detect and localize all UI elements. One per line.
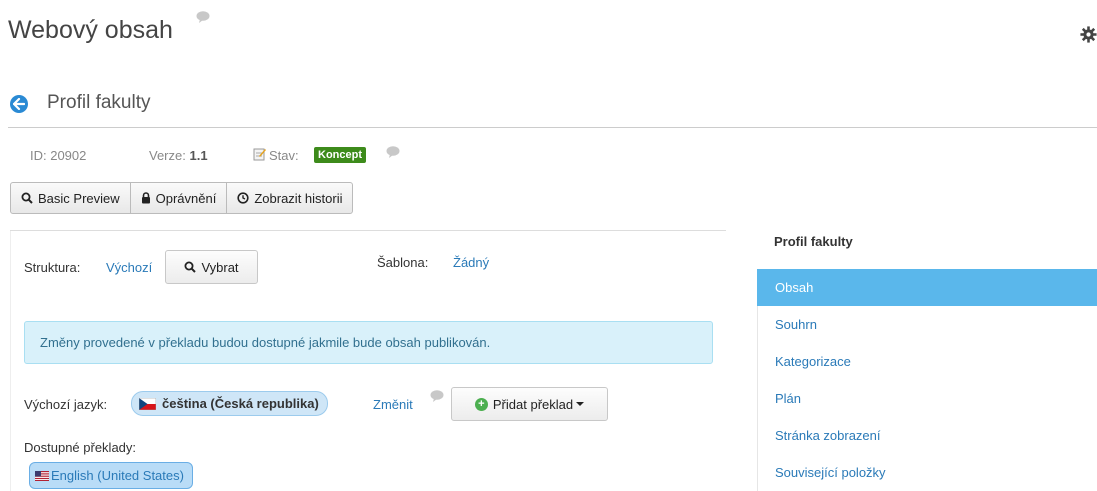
basic-preview-button[interactable]: Basic Preview [11, 183, 131, 213]
version-info: Verze: 1.1 [149, 148, 208, 163]
nav-title: Profil fakulty [774, 234, 853, 249]
clock-icon [237, 192, 249, 204]
version-value: 1.1 [189, 148, 208, 163]
search-icon [21, 192, 33, 204]
czech-flag-icon [139, 397, 156, 410]
history-button[interactable]: Zobrazit historii [227, 183, 352, 213]
help-icon[interactable] [196, 10, 210, 23]
nav-item-souhrn[interactable]: Souhrn [757, 306, 1097, 343]
select-structure-button[interactable]: Vybrat [165, 250, 258, 284]
header-divider [8, 127, 1097, 128]
search-icon [184, 261, 197, 273]
add-translation-label: Přidat překlad [492, 396, 574, 412]
available-translations-label: Dostupné překlady: [24, 440, 137, 455]
permissions-label: Oprávnění [155, 190, 217, 206]
nav-item-obsah[interactable]: Obsah [757, 269, 1097, 306]
info-message: Změny provedené v překladu budou dostupn… [24, 321, 713, 364]
panel-border [10, 231, 11, 491]
template-label: Šablona: [377, 255, 429, 270]
status-label: Stav: [269, 148, 299, 163]
us-flag-icon [35, 470, 49, 481]
history-label: Zobrazit historii [254, 190, 343, 206]
default-language-label: Výchozí jazyk: [24, 397, 108, 412]
change-language-link[interactable]: Změnit [373, 397, 413, 412]
status-badge: Koncept [314, 147, 366, 163]
app-title: Webový obsah [8, 16, 173, 44]
translation-label: English (United States) [51, 468, 184, 483]
template-link[interactable]: Žádný [453, 255, 489, 270]
toolbar-button-group: Basic Preview Oprávnění Zobrazit histori… [10, 182, 354, 214]
content-id: ID: 20902 [30, 148, 87, 163]
back-arrow-icon[interactable] [10, 95, 28, 113]
gear-icon[interactable] [1080, 26, 1097, 43]
nav-item-souvisejici-polozky[interactable]: Související položky [757, 454, 1097, 491]
structure-label: Struktura: [24, 260, 81, 275]
help-icon[interactable] [430, 389, 444, 402]
content-nav: Obsah Souhrn Kategorizace Plán Stránka z… [757, 269, 1097, 491]
edit-icon [253, 147, 267, 161]
add-translation-button[interactable]: + Přidat překlad [451, 387, 608, 421]
select-structure-label: Vybrat [201, 259, 239, 275]
nav-item-kategorizace[interactable]: Kategorizace [757, 343, 1097, 380]
default-language-chip: čeština (Česká republika) [131, 391, 328, 416]
translation-chip-english[interactable]: English (United States) [29, 462, 193, 489]
permissions-button[interactable]: Oprávnění [131, 183, 228, 213]
lock-icon [141, 192, 151, 204]
plus-icon: + [474, 397, 488, 411]
caret-down-icon [576, 402, 585, 406]
panel-divider [10, 230, 726, 231]
version-label: Verze: [149, 148, 186, 163]
basic-preview-label: Basic Preview [38, 190, 120, 206]
nav-item-plan[interactable]: Plán [757, 380, 1097, 417]
nav-item-stranka-zobrazeni[interactable]: Stránka zobrazení [757, 417, 1097, 454]
structure-link[interactable]: Výchozí [106, 260, 152, 275]
default-language-value: čeština (Česká republika) [162, 396, 319, 411]
help-icon[interactable] [386, 145, 400, 158]
content-title: Profil fakulty [47, 92, 151, 113]
